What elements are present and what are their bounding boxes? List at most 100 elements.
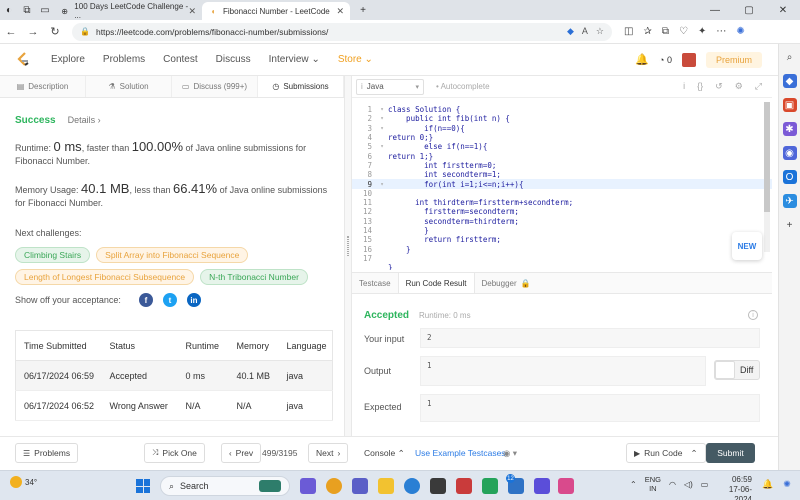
nav-discuss[interactable]: Discuss [216, 54, 251, 65]
scrollbar-thumb[interactable] [764, 102, 770, 212]
heart-icon[interactable]: ♡ [679, 26, 688, 37]
nav-contest[interactable]: Contest [163, 54, 197, 65]
prev-button[interactable]: ‹ Prev [221, 443, 262, 463]
new-tab-icon[interactable]: + [354, 0, 372, 20]
fold-icon[interactable]: ▾ [376, 181, 388, 188]
split-screen-icon[interactable]: ◫ [624, 26, 633, 37]
nav-store[interactable]: Store ⌄ [338, 54, 373, 65]
splitter-grip[interactable] [347, 236, 349, 256]
nav-problems[interactable]: Problems [103, 54, 145, 65]
url-field[interactable]: 🔒 https://leetcode.com/problems/fibonacc… [72, 22, 612, 41]
panel-splitter[interactable] [344, 76, 352, 436]
maximize-icon[interactable]: ▢ [732, 5, 766, 16]
help-icon[interactable]: ◉ ▾ [503, 448, 517, 459]
tab-description[interactable]: ▤ Description [0, 76, 86, 97]
leetcode-logo-icon[interactable] [16, 51, 30, 68]
battery-icon[interactable]: ▭ [701, 480, 709, 489]
chrome-icon[interactable] [326, 478, 342, 494]
linkedin-icon[interactable]: in [186, 293, 201, 307]
cell-status[interactable]: Wrong Answer [101, 390, 178, 421]
edge-icon[interactable] [404, 478, 420, 494]
games-icon[interactable]: ✱ [782, 122, 797, 136]
fold-icon[interactable]: ▾ [376, 125, 388, 132]
tab-run-code-result[interactable]: Run Code Result [397, 273, 475, 293]
nav-interview[interactable]: Interview ⌄ [269, 54, 320, 65]
facebook-icon[interactable]: f [138, 293, 153, 307]
search-icon[interactable]: ⌕ [783, 50, 797, 64]
nav-explore[interactable]: Explore [51, 54, 85, 65]
next-button[interactable]: Next › [308, 443, 349, 463]
fold-icon[interactable]: ▾ [376, 106, 388, 113]
workspaces-icon[interactable]: ⧉ [18, 0, 36, 20]
notification-bell-icon[interactable]: 🔔 [762, 479, 773, 490]
minimize-icon[interactable]: — [698, 5, 732, 16]
browser-tab-challenge[interactable]: ⊕ 100 Days LeetCode Challenge - ... ✕ [54, 2, 202, 20]
volume-icon[interactable]: ◁) [684, 480, 693, 489]
reload-icon[interactable]: ↻ [44, 25, 66, 38]
tab-actions-icon[interactable]: ▭ [36, 0, 54, 20]
wifi-icon[interactable]: ◠ [669, 480, 676, 489]
back-arrow-icon[interactable]: ← [0, 26, 22, 38]
fold-icon[interactable]: ▾ [376, 143, 388, 150]
add-sidebar-icon[interactable]: + [783, 218, 797, 232]
read-aloud-icon[interactable]: A [582, 26, 588, 37]
more-menu-icon[interactable]: ⋯ [716, 26, 726, 37]
console-button[interactable]: Console ⌃ [364, 448, 405, 459]
fold-icon[interactable]: ▾ [376, 115, 388, 122]
taskbar-search[interactable]: ⌕ Search [160, 476, 290, 496]
favorites-icon[interactable]: ✰ [643, 26, 651, 37]
run-code-button[interactable]: ▶ Run Code ⌃ [626, 443, 706, 463]
col-time[interactable]: Time Submitted [15, 330, 102, 361]
reset-icon[interactable]: ↺ [715, 81, 723, 92]
task-view-icon[interactable] [300, 478, 316, 494]
twitter-icon[interactable]: t [162, 293, 177, 307]
favorite-star-icon[interactable]: ☆ [596, 26, 604, 37]
tag-icon[interactable]: ◆ [567, 26, 574, 37]
challenge-chip[interactable]: N-th Tribonacci Number [200, 269, 308, 285]
store-icon[interactable] [430, 478, 446, 494]
premium-button[interactable]: Premium [705, 51, 762, 68]
copilot-tray-icon[interactable]: ✺ [783, 479, 791, 490]
tab-debugger[interactable]: Debugger 🔒 [475, 273, 538, 293]
autocomplete-toggle[interactable]: • Autocomplete [436, 82, 490, 91]
vscode-icon[interactable] [534, 478, 550, 494]
collections-icon[interactable]: ⧉ [662, 26, 669, 37]
fullscreen-icon[interactable]: ⤢ [755, 81, 762, 92]
details-link[interactable]: Details › [68, 115, 101, 125]
editor-scrollbar[interactable] [764, 102, 770, 252]
shopping-icon[interactable]: ◆ [782, 74, 797, 88]
bell-icon[interactable]: 🔔 [635, 53, 649, 66]
braces-icon[interactable]: {} [697, 81, 703, 92]
taskbar-clock[interactable]: 06:59 17-06-2024 [712, 475, 752, 500]
close-icon[interactable]: ✕ [336, 6, 344, 17]
challenge-chip[interactable]: Split Array into Fibonacci Sequence [96, 247, 249, 263]
tools-icon[interactable]: ▣ [782, 98, 797, 112]
challenge-chip[interactable]: Length of Longest Fibonacci Subsequence [15, 269, 195, 285]
avatar[interactable] [681, 52, 696, 67]
fire-streak[interactable]: ◔ 0 [659, 55, 672, 65]
code-editor[interactable]: 1 ▾ class Solution { 2 ▾ public int fib(int… [352, 98, 772, 270]
table-row[interactable]: 06/17/2024 06:59 Accepted 0 ms 40.1 MB j… [15, 360, 333, 391]
teams-icon[interactable] [352, 478, 368, 494]
col-memory[interactable]: Memory [228, 330, 279, 361]
language-select[interactable]: i Java ▾ [356, 78, 424, 95]
language-indicator[interactable]: ENG IN [645, 475, 661, 493]
info-icon[interactable]: i [748, 310, 758, 320]
profile-icon[interactable]: ◐ [0, 0, 18, 20]
challenge-chip[interactable]: Climbing Stairs [15, 247, 91, 263]
windows-start-icon[interactable] [136, 479, 150, 493]
info-icon[interactable]: i [683, 81, 685, 92]
use-example-testcases-link[interactable]: Use Example Testcases [415, 448, 506, 458]
tab-submissions[interactable]: ◷ Submissions [258, 76, 344, 97]
messenger-icon[interactable] [558, 478, 574, 494]
new-feature-button[interactable]: NEW [732, 232, 762, 260]
whatsapp-icon[interactable] [482, 478, 498, 494]
file-explorer-icon[interactable] [378, 478, 394, 494]
browser-tab-fibonacci[interactable]: ◖ Fibonacci Number - LeetCode ✕ [202, 2, 350, 20]
diff-toggle[interactable]: Diff [714, 360, 760, 380]
table-row[interactable]: 06/17/2024 06:52 Wrong Answer N/A N/A ja… [15, 390, 333, 421]
extensions-icon[interactable]: ✦ [698, 26, 706, 37]
submit-button[interactable]: Submit [706, 443, 755, 463]
pick-one-button[interactable]: ⤨ Pick One [144, 443, 205, 463]
tab-solution[interactable]: ⚗ Solution [86, 76, 172, 97]
